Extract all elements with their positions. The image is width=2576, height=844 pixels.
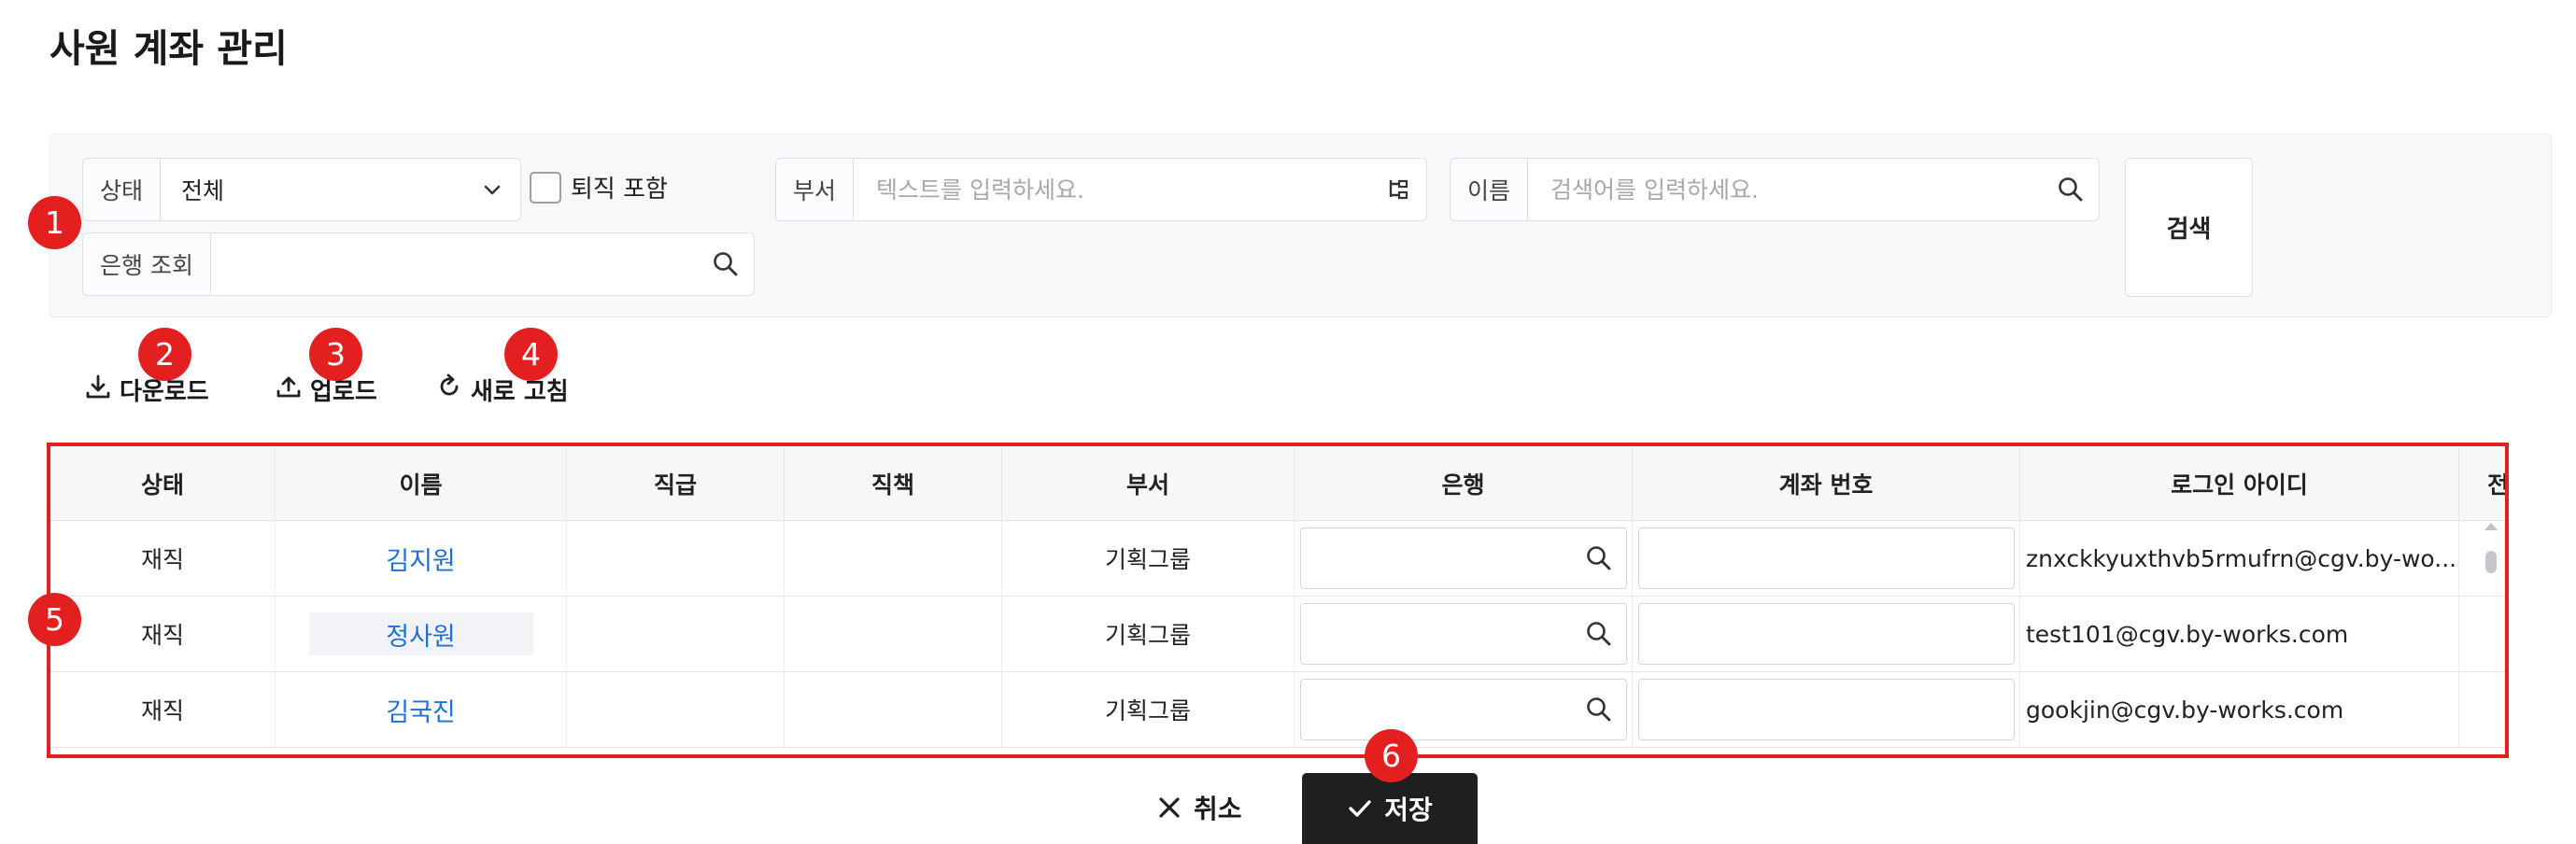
search-icon[interactable] [1585,544,1613,572]
download-icon [84,373,112,407]
search-icon[interactable] [2043,159,2099,220]
annotation-badge-6: 6 [1365,729,1418,782]
row-login-id: znxckkyuxthvb5rmufrn@cgv.by-wo... [2020,521,2459,596]
column-header-phone[interactable]: 전화 [2459,446,2505,521]
cancel-button[interactable]: 취소 [1156,780,1242,836]
close-icon [1156,795,1182,821]
bank-select-input[interactable] [1300,679,1627,740]
row-rank [567,521,785,596]
refresh-icon [435,373,463,407]
employee-name-link[interactable]: 정사원 [386,616,456,653]
employee-name-link[interactable]: 김국진 [386,692,456,728]
table-row[interactable]: 재직 정사원 기획그룹 test101@cgv.by-works.com [50,597,2505,672]
row-status: 재직 [50,672,276,747]
employee-account-grid: 상태 이름 직급 직책 부서 은행 계좌 번호 로그인 아이디 전화 재직 김지… [47,443,2509,758]
employee-name-link[interactable]: 김지원 [386,541,456,577]
grid-header: 상태 이름 직급 직책 부서 은행 계좌 번호 로그인 아이디 전화 [50,446,2505,521]
save-button[interactable]: 저장 [1302,773,1478,844]
column-header-status[interactable]: 상태 [50,446,276,521]
column-header-department[interactable]: 부서 [1002,446,1295,521]
org-tree-icon[interactable] [1370,159,1426,220]
account-number-input[interactable] [1638,679,2015,740]
name-search-input[interactable] [1549,175,2022,204]
bank-select-input[interactable] [1300,603,1627,665]
table-row[interactable]: 재직 김국진 기획그룹 gookjin@cgv.by-works.com [50,672,2505,748]
department-field[interactable]: 부서 [775,158,1427,221]
name-label: 이름 [1451,159,1529,220]
row-position [785,521,1002,596]
row-name-cell[interactable]: 김지원 [276,521,567,596]
account-number-input[interactable] [1638,603,2015,665]
column-header-bank[interactable]: 은행 [1295,446,1633,521]
department-label: 부서 [776,159,855,220]
row-position [785,672,1002,747]
refresh-button[interactable]: 새로 고침 [435,373,569,407]
row-bank-cell [1295,597,1633,671]
scroll-up-icon [2484,523,2498,530]
status-label: 상태 [83,159,162,220]
annotation-badge-4: 4 [504,328,558,381]
save-label: 저장 [1384,795,1433,825]
annotation-badge-2: 2 [138,328,191,381]
search-button[interactable]: 검색 [2125,158,2253,297]
include-retired-label: 퇴직 포함 [571,176,668,204]
upload-icon [275,373,303,407]
include-retired-checkbox[interactable]: 퇴직 포함 [530,170,668,204]
status-value: 전체 [181,177,225,204]
row-rank [567,672,785,747]
row-bank-cell [1295,521,1633,596]
column-header-rank[interactable]: 직급 [567,446,785,521]
row-name-cell[interactable]: 김국진 [276,672,567,747]
check-icon [1347,795,1373,822]
row-department: 기획그룹 [1002,521,1295,596]
annotation-badge-5: 5 [28,593,81,646]
row-department: 기획그룹 [1002,597,1295,671]
column-header-login-id[interactable]: 로그인 아이디 [2020,446,2459,521]
bank-search-label: 은행 조회 [83,233,211,295]
name-search-field[interactable]: 이름 [1450,158,2100,221]
row-department: 기획그룹 [1002,672,1295,747]
row-status: 재직 [50,521,276,596]
bank-select-input[interactable] [1300,528,1627,589]
row-name-cell[interactable]: 정사원 [276,597,567,671]
department-input[interactable] [874,175,1350,204]
column-header-position[interactable]: 직책 [785,446,1002,521]
table-row[interactable]: 재직 김지원 기획그룹 znxckkyuxthvb5rmufrn@cgv.by-… [50,521,2505,597]
row-bank-cell [1295,672,1633,747]
row-account-cell [1633,597,2020,671]
checkbox-box[interactable] [530,171,561,204]
bank-search-field[interactable]: 은행 조회 [82,232,755,296]
row-account-cell [1633,521,2020,596]
bank-search-input[interactable] [231,249,677,279]
row-account-cell [1633,672,2020,747]
page-title: 사원 계좌 관리 [50,26,288,71]
annotation-badge-1: 1 [28,196,81,249]
annotation-badge-3: 3 [309,328,362,381]
account-number-input[interactable] [1638,528,2015,589]
status-select[interactable]: 상태 전체 [82,158,521,221]
cancel-label: 취소 [1194,794,1242,824]
row-status: 재직 [50,597,276,671]
row-rank [567,597,785,671]
chevron-down-icon[interactable] [464,159,520,220]
download-button[interactable]: 다운로드 [84,373,209,407]
column-header-account-number[interactable]: 계좌 번호 [1633,446,2020,521]
row-position [785,597,1002,671]
search-icon[interactable] [1585,696,1613,724]
search-icon[interactable] [1585,620,1613,648]
scrollbar-thumb[interactable] [2485,551,2497,573]
row-login-id: test101@cgv.by-works.com [2020,597,2459,671]
name-hover-highlight[interactable]: 정사원 [308,612,533,655]
row-login-id: gookjin@cgv.by-works.com [2020,672,2459,747]
column-header-name[interactable]: 이름 [276,446,567,521]
search-icon[interactable] [698,233,754,295]
